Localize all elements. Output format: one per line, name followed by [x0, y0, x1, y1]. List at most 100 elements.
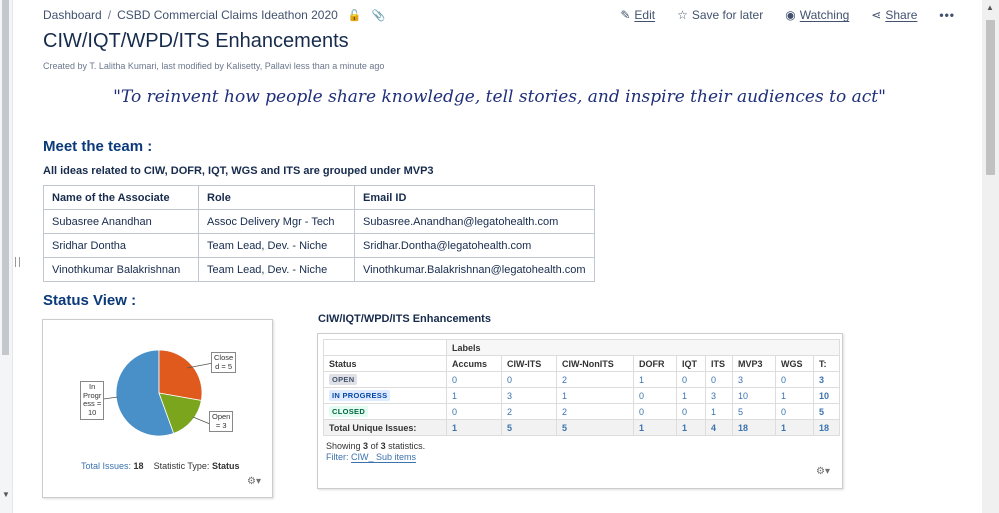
page-quote: "To reinvent how people share knowledge,… — [113, 87, 886, 107]
count-cell[interactable]: 10 — [813, 387, 840, 404]
pie-chart-gadget: In Progr ess = 10 Close d = 5 Open = 3 T… — [42, 319, 273, 498]
pencil-icon: ✎ — [620, 8, 631, 22]
share-button[interactable]: ⋖ Share — [871, 8, 917, 22]
status-column-header: Status — [323, 355, 447, 372]
pie-label-open: Open = 3 — [209, 411, 234, 433]
count-cell[interactable]: 5 — [813, 403, 840, 420]
labels-header-row: Labels — [323, 339, 840, 356]
header-role: Role — [198, 185, 355, 210]
total-cell[interactable]: 1 — [775, 419, 814, 436]
page-title: CIW/IQT/WPD/ITS Enhancements — [43, 30, 349, 52]
total-cell[interactable]: 1 — [446, 419, 502, 436]
table-row: Subasree Anandhan Assoc Delivery Mgr - T… — [43, 209, 595, 234]
total-cell[interactable]: 5 — [556, 419, 634, 436]
pie-label-inprogress: In Progr ess = 10 — [80, 381, 105, 420]
page-scrollbar[interactable]: ▲ — [982, 0, 999, 513]
count-cell[interactable]: 1 — [633, 371, 677, 388]
status-heading: Status View : — [43, 292, 137, 309]
count-cell[interactable]: 1 — [446, 387, 502, 404]
table-row: IN PROGRESS 1 3 1 0 1 3 10 1 10 — [323, 387, 840, 404]
count-cell[interactable]: 0 — [501, 371, 557, 388]
cell-name: Subasree Anandhan — [43, 209, 199, 234]
status-badge-open[interactable]: OPEN — [329, 374, 358, 385]
total-cell[interactable]: 1 — [633, 419, 677, 436]
gear-icon[interactable]: ⚙▾ — [816, 466, 830, 477]
count-cell[interactable]: 3 — [501, 387, 557, 404]
table-row: OPEN 0 0 2 1 0 0 3 0 3 — [323, 371, 840, 388]
cell-role: Assoc Delivery Mgr - Tech — [198, 209, 355, 234]
filter-line: Filter: CIW_ Sub items — [326, 452, 416, 462]
statistic-type-value: Status — [211, 461, 240, 471]
count-cell[interactable]: 0 — [676, 403, 706, 420]
count-cell[interactable]: 0 — [446, 403, 502, 420]
count-cell[interactable]: 0 — [775, 403, 814, 420]
total-cell[interactable]: 18 — [813, 419, 840, 436]
filter-link[interactable]: CIW_ Sub items — [351, 452, 416, 462]
pie-chart — [95, 349, 214, 437]
scroll-down-arrow-icon[interactable]: ▼ — [2, 490, 10, 499]
team-heading: Meet the team : — [43, 138, 153, 155]
total-cell[interactable]: 18 — [732, 419, 776, 436]
table-row: CLOSED 0 2 2 0 0 1 5 0 5 — [323, 403, 840, 420]
team-table-header: Name of the Associate Role Email ID — [43, 185, 595, 210]
count-cell[interactable]: 0 — [446, 371, 502, 388]
paperclip-icon[interactable]: 📎 — [372, 9, 386, 22]
total-cell[interactable]: 5 — [501, 419, 557, 436]
left-scroll-thumb[interactable] — [2, 0, 9, 355]
team-note: All ideas related to CIW, DOFR, IQT, WGS… — [43, 165, 434, 177]
total-issues-value: 18 — [133, 461, 144, 471]
statistics-table: Labels Status Accums CIW-ITS CIW-NonITS … — [323, 339, 840, 436]
save-for-later-button[interactable]: ☆ Save for later — [677, 8, 763, 22]
count-cell[interactable]: 2 — [501, 403, 557, 420]
count-cell[interactable]: 0 — [633, 403, 677, 420]
count-cell[interactable]: 10 — [732, 387, 776, 404]
filter-label: Filter: — [326, 452, 349, 462]
count-cell[interactable]: 0 — [705, 371, 733, 388]
cell-email: Subasree.Anandhan@legatohealth.com — [354, 209, 595, 234]
totals-row: Total Unique Issues: 1 5 5 1 1 4 18 1 18 — [323, 419, 840, 436]
header-name: Name of the Associate — [43, 185, 199, 210]
statistics-gadget: Labels Status Accums CIW-ITS CIW-NonITS … — [317, 333, 843, 489]
cell-name: Sridhar Dontha — [43, 233, 199, 258]
edit-button[interactable]: ✎ Edit — [620, 8, 655, 22]
column-header: IQT — [676, 355, 706, 372]
breadcrumb-space[interactable]: CSBD Commercial Claims Ideathon 2020 — [117, 8, 338, 22]
pie-slice-closed[interactable] — [158, 349, 203, 401]
count-cell[interactable]: 3 — [813, 371, 840, 388]
count-cell[interactable]: 3 — [732, 371, 776, 388]
team-table: Name of the Associate Role Email ID Suba… — [43, 185, 595, 282]
breadcrumb-dashboard[interactable]: Dashboard — [43, 8, 102, 22]
column-header: Accums — [446, 355, 502, 372]
status-badge-in-progress[interactable]: IN PROGRESS — [329, 390, 391, 401]
count-cell[interactable]: 1 — [556, 387, 634, 404]
count-cell[interactable]: 1 — [676, 387, 706, 404]
count-cell[interactable]: 3 — [705, 387, 733, 404]
cell-role: Team Lead, Dev. - Niche — [198, 233, 355, 258]
count-cell[interactable]: 1 — [705, 403, 733, 420]
count-cell[interactable]: 0 — [676, 371, 706, 388]
left-panel-scrollbar[interactable]: ▼ — [0, 0, 13, 513]
cell-name: Vinothkumar Balakrishnan — [43, 257, 199, 282]
count-cell[interactable]: 0 — [775, 371, 814, 388]
count-cell[interactable]: 2 — [556, 403, 634, 420]
count-cell[interactable]: 1 — [775, 387, 814, 404]
column-header: DOFR — [633, 355, 677, 372]
gear-icon[interactable]: ⚙▾ — [247, 476, 261, 487]
statistics-title: CIW/IQT/WPD/ITS Enhancements — [318, 313, 491, 325]
count-cell[interactable]: 5 — [732, 403, 776, 420]
cell-email: Sridhar.Dontha@legatohealth.com — [354, 233, 595, 258]
count-cell[interactable]: 0 — [633, 387, 677, 404]
more-actions-button[interactable]: ••• — [939, 8, 955, 22]
sidebar-resize-handle[interactable] — [15, 257, 20, 267]
total-cell[interactable]: 4 — [705, 419, 733, 436]
unlock-icon[interactable]: 🔓 — [348, 9, 362, 22]
watching-button[interactable]: ◉ Watching — [785, 8, 849, 22]
status-badge-closed[interactable]: CLOSED — [329, 406, 369, 417]
breadcrumb: Dashboard / CSBD Commercial Claims Ideat… — [43, 8, 385, 22]
total-cell[interactable]: 1 — [676, 419, 706, 436]
pie-label-closed: Close d = 5 — [211, 352, 237, 374]
scroll-up-arrow-icon[interactable]: ▲ — [986, 3, 994, 12]
count-cell[interactable]: 2 — [556, 371, 634, 388]
column-header: MVP3 — [732, 355, 776, 372]
totals-label: Total Unique Issues: — [323, 419, 447, 436]
